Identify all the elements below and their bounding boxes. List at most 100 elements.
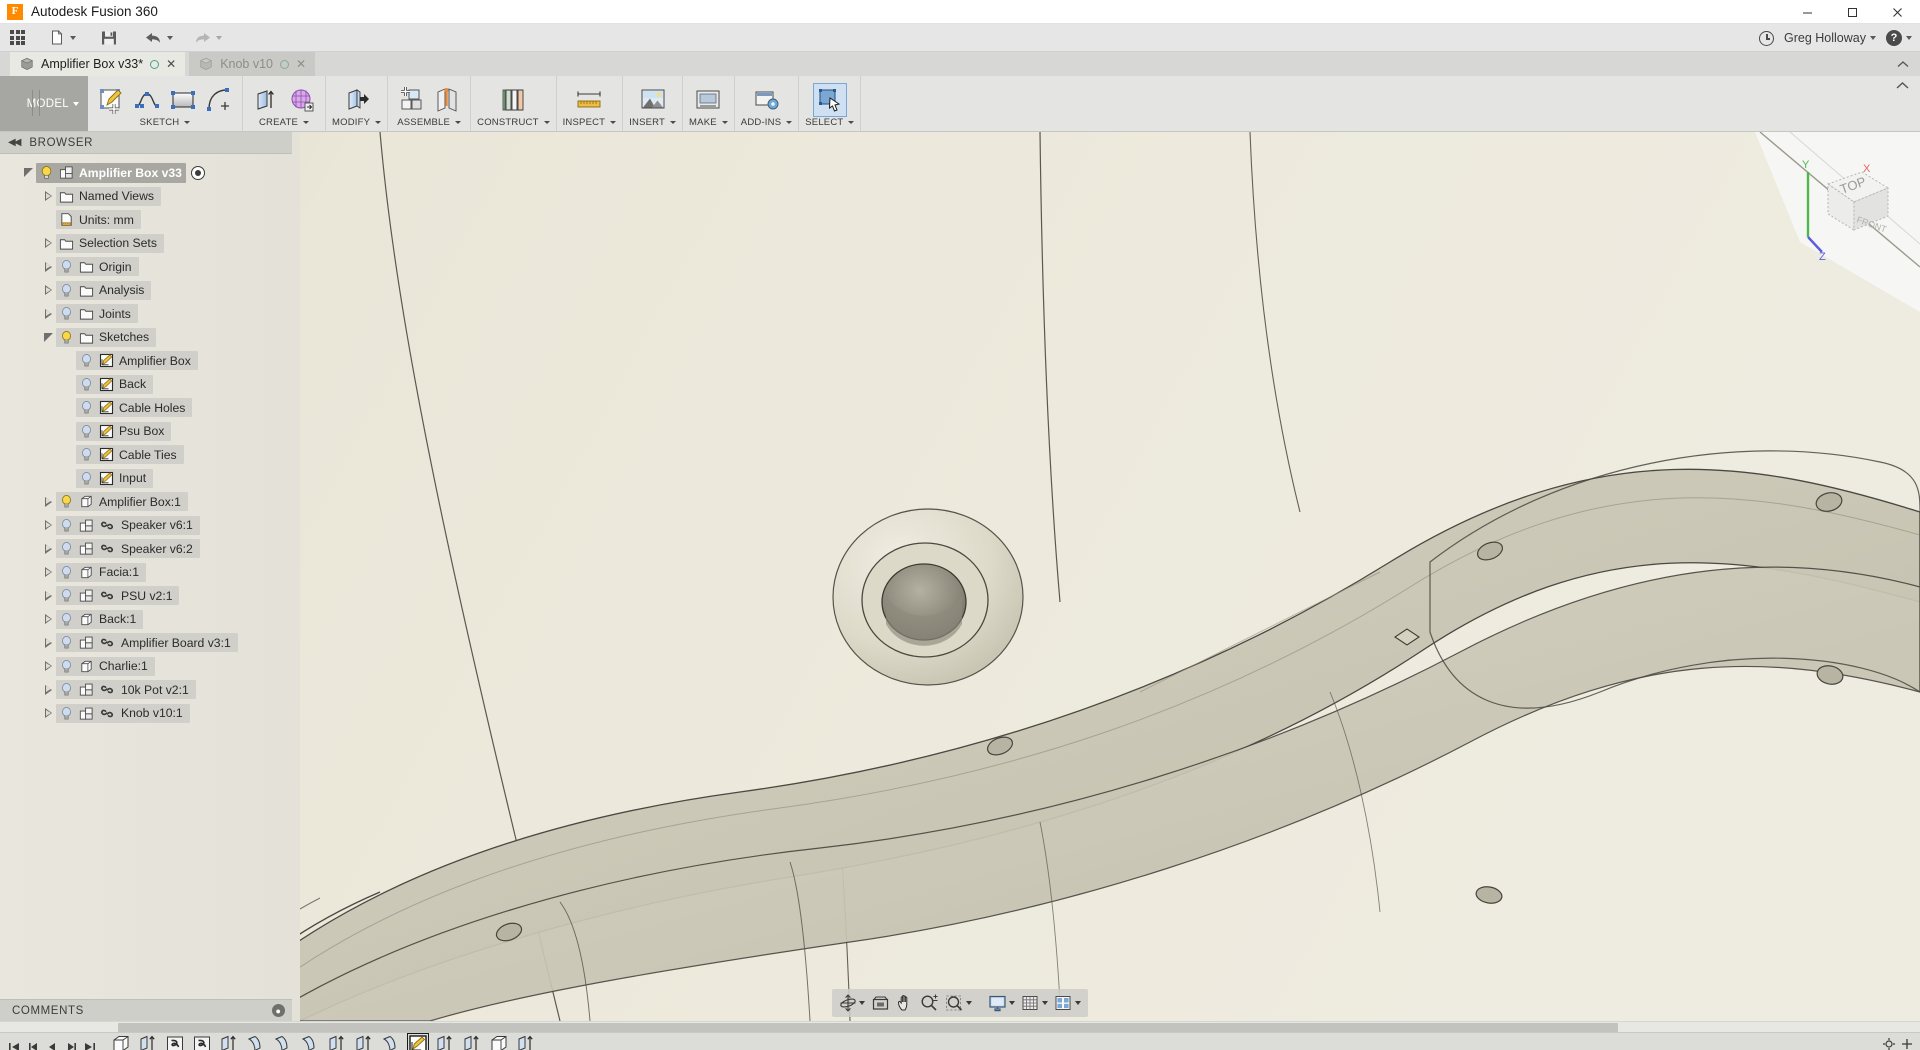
- apps-grid-button[interactable]: [0, 25, 30, 51]
- tree-row[interactable]: PSU v2:1: [0, 584, 300, 608]
- expand-toggle[interactable]: [40, 308, 56, 319]
- tabbar-collapse-icon[interactable]: [1896, 60, 1910, 72]
- tree-item-pill[interactable]: Origin: [56, 257, 139, 277]
- rectangle-button[interactable]: [166, 83, 200, 117]
- tree-row[interactable]: Cable Holes: [0, 396, 300, 420]
- component-activate-icon[interactable]: [190, 165, 205, 180]
- chevron-right-icon[interactable]: [44, 637, 52, 648]
- step-back-button[interactable]: [24, 1037, 42, 1050]
- orbit-button[interactable]: [836, 992, 868, 1014]
- chevron-right-icon[interactable]: [44, 590, 52, 601]
- ribbon-group-label[interactable]: ADD-INS: [741, 117, 793, 129]
- tree-item-pill[interactable]: Selection Sets: [56, 233, 164, 253]
- expand-toggle[interactable]: [40, 614, 56, 625]
- arc-button[interactable]: [202, 83, 236, 117]
- expand-toggle[interactable]: [40, 684, 56, 695]
- chevron-right-icon[interactable]: [44, 661, 52, 672]
- redo-button[interactable]: [188, 25, 227, 51]
- timeline-feature-fillet[interactable]: [269, 1034, 296, 1050]
- pan-button[interactable]: [893, 992, 917, 1014]
- save-button[interactable]: [95, 25, 123, 51]
- lightbulb-off-icon[interactable]: [59, 706, 74, 721]
- tree-item-pill[interactable]: Cable Ties: [76, 445, 184, 465]
- lightbulb-on-icon[interactable]: [59, 330, 74, 345]
- lightbulb-off-icon[interactable]: [59, 588, 74, 603]
- ribbon-group-label[interactable]: SKETCH: [140, 117, 191, 129]
- tree-item-pill[interactable]: Amplifier Box:1: [56, 492, 188, 512]
- spline-button[interactable]: [130, 83, 164, 117]
- tree-item-pill[interactable]: Back:1: [56, 609, 144, 629]
- timeline-feature-extrude[interactable]: [323, 1034, 350, 1050]
- lightbulb-off-icon[interactable]: [79, 424, 94, 439]
- measure-button[interactable]: [572, 83, 606, 117]
- tree-row[interactable]: Cable Ties: [0, 443, 300, 467]
- expand-toggle[interactable]: [40, 285, 56, 296]
- grid-snaps-button[interactable]: [1018, 992, 1051, 1014]
- lightbulb-off-icon[interactable]: [59, 635, 74, 650]
- tree-row[interactable]: Named Views: [0, 185, 300, 209]
- tree-item-pill[interactable]: Amplifier Board v3:1: [56, 633, 238, 653]
- timeline-feature-extrude[interactable]: [215, 1034, 242, 1050]
- offset-plane-button[interactable]: [496, 83, 530, 117]
- expand-toggle[interactable]: [40, 520, 56, 531]
- tree-row[interactable]: Knob v10:1: [0, 702, 300, 726]
- timeline-feature-extrude[interactable]: [512, 1034, 539, 1050]
- browser-header[interactable]: ◀◀ BROWSER: [0, 132, 292, 154]
- minimize-button[interactable]: [1785, 0, 1830, 24]
- tree-row[interactable]: Charlie:1: [0, 655, 300, 679]
- press-pull-button[interactable]: [340, 83, 374, 117]
- tree-row[interactable]: Units: mm: [0, 208, 300, 232]
- view-cube[interactable]: Y Z X TOP FRONT: [1770, 142, 1900, 263]
- timeline-feature-extrude[interactable]: [431, 1034, 458, 1050]
- extrude-button[interactable]: [249, 83, 283, 117]
- chevron-right-icon[interactable]: [44, 708, 52, 719]
- expand-toggle[interactable]: [40, 332, 56, 342]
- lightbulb-off-icon[interactable]: [59, 682, 74, 697]
- lightbulb-off-icon[interactable]: [79, 377, 94, 392]
- tab-close-icon[interactable]: ✕: [166, 57, 176, 71]
- tree-row[interactable]: Facia:1: [0, 561, 300, 585]
- tree-item-pill[interactable]: Cable Holes: [76, 398, 193, 418]
- lightbulb-on-icon[interactable]: [59, 494, 74, 509]
- expand-toggle[interactable]: [40, 567, 56, 578]
- ribbon-group-label[interactable]: SELECT: [805, 117, 855, 129]
- tree-item-pill[interactable]: 10k Pot v2:1: [56, 680, 196, 700]
- ribbon-group-label[interactable]: MAKE: [689, 117, 728, 129]
- expand-toggle[interactable]: [40, 543, 56, 554]
- tree-item-pill[interactable]: Analysis: [56, 280, 152, 300]
- chevron-right-icon[interactable]: [44, 684, 52, 695]
- tree-item-pill[interactable]: Back: [76, 374, 154, 394]
- chevron-right-icon[interactable]: [44, 543, 52, 554]
- chevron-right-icon[interactable]: [44, 614, 52, 625]
- go-to-end-button[interactable]: [81, 1037, 99, 1050]
- go-to-beginning-button[interactable]: [5, 1037, 23, 1050]
- tree-row[interactable]: Speaker v6:1: [0, 514, 300, 538]
- maximize-button[interactable]: [1830, 0, 1875, 24]
- form-button[interactable]: [285, 83, 319, 117]
- timeline-feature-extrude[interactable]: [134, 1034, 161, 1050]
- look-at-button[interactable]: [868, 992, 893, 1014]
- lightbulb-on-icon[interactable]: [39, 165, 54, 180]
- lightbulb-off-icon[interactable]: [59, 659, 74, 674]
- tab-knob[interactable]: Knob v10 ✕: [189, 52, 316, 76]
- close-button[interactable]: [1875, 0, 1920, 24]
- ribbon-group-label[interactable]: INSERT: [629, 117, 677, 129]
- tab-amplifier-box[interactable]: Amplifier Box v33* ✕: [10, 52, 186, 76]
- timeline-feature-body[interactable]: [485, 1034, 512, 1050]
- lightbulb-off-icon[interactable]: [59, 518, 74, 533]
- tree-row[interactable]: Input: [0, 467, 300, 491]
- scripts-addins-button[interactable]: [750, 83, 784, 117]
- new-component-button[interactable]: [394, 83, 428, 117]
- view-cube-svg[interactable]: Y Z X TOP FRONT: [1770, 142, 1900, 263]
- tree-item-pill[interactable]: Speaker v6:2: [56, 539, 200, 559]
- tree-item-pill[interactable]: Units: mm: [56, 210, 141, 230]
- tree-item-pill[interactable]: Knob v10:1: [56, 703, 190, 723]
- tree-item-pill[interactable]: PSU v2:1: [56, 586, 180, 606]
- timeline-settings-icon[interactable]: [1882, 1037, 1896, 1050]
- tree-item-pill[interactable]: Joints: [56, 304, 138, 324]
- ribbon-group-label[interactable]: CONSTRUCT: [477, 117, 550, 129]
- lightbulb-off-icon[interactable]: [59, 541, 74, 556]
- tree-row[interactable]: Sketches: [0, 326, 300, 350]
- chevron-down-icon[interactable]: [43, 332, 53, 342]
- lightbulb-off-icon[interactable]: [59, 565, 74, 580]
